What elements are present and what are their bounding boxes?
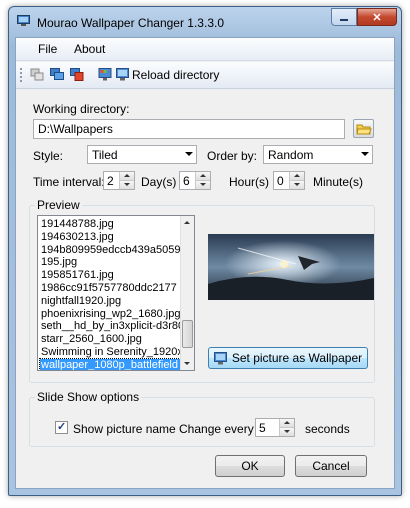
days-up-button[interactable] <box>120 172 134 181</box>
wallpaper-file-list[interactable]: 191448788.jpg 194630213.jpg 194b809959ed… <box>37 215 195 371</box>
hours-stepper[interactable]: 6 <box>179 171 211 190</box>
list-item[interactable]: 195.jpg <box>40 256 180 269</box>
order-by-select[interactable]: Random <box>263 145 373 164</box>
change-every-label: Change every <box>179 422 254 436</box>
title-bar[interactable]: Mourao Wallpaper Changer 1.3.3.0 ✕ <box>9 7 401 35</box>
hours-down-button[interactable] <box>196 181 210 189</box>
list-item[interactable]: starr_2560_1600.jpg <box>40 333 180 346</box>
working-directory-input[interactable]: D:\Wallpapers <box>33 119 345 139</box>
battlefield-preview <box>208 234 374 300</box>
list-item[interactable]: 194b809959edccb439a5059 <box>40 244 180 257</box>
monitors-icon[interactable] <box>50 68 64 81</box>
file-list-items: 191448788.jpg 194630213.jpg 194b809959ed… <box>39 218 181 370</box>
ok-label: OK <box>241 459 259 473</box>
scroll-thumb[interactable] <box>182 320 193 348</box>
list-item[interactable]: 195851761.jpg <box>40 269 180 282</box>
minutes-stepper[interactable]: 0 <box>273 171 305 190</box>
cancel-label: Cancel <box>312 459 350 473</box>
time-interval-label: Time interval: <box>33 175 105 189</box>
hours-stepper-buttons <box>195 172 210 189</box>
folder-icon <box>356 124 372 135</box>
window-title: Mourao Wallpaper Changer 1.3.3.0 <box>37 16 224 30</box>
chevron-down-icon <box>124 183 130 186</box>
show-picture-name-checkbox[interactable]: ✓ <box>55 421 68 434</box>
list-item[interactable]: seth__hd_by_in3xplicit-d3r80 <box>40 320 180 333</box>
working-directory-label: Working directory: <box>33 102 130 116</box>
seconds-label: seconds <box>305 422 350 436</box>
scroll-down-button[interactable] <box>181 357 194 370</box>
chevron-up-icon <box>200 174 206 177</box>
hours-label: Hour(s) <box>229 175 270 189</box>
days-stepper-buttons <box>119 172 134 189</box>
close-icon: ✕ <box>372 11 382 24</box>
order-by-label: Order by: <box>207 149 258 163</box>
list-item[interactable]: nightfall1920.jpg <box>40 295 180 308</box>
set-as-wallpaper-button[interactable]: Set picture as Wallpaper <box>208 347 368 369</box>
browse-button[interactable] <box>353 119 374 138</box>
change-every-stepper[interactable]: 5 <box>255 418 295 437</box>
list-item[interactable]: phoenixrising_wp2_1680.jpg <box>40 308 180 321</box>
chevron-down-icon <box>200 183 206 186</box>
style-value: Tiled <box>92 148 118 162</box>
change-every-down-button[interactable] <box>280 428 294 436</box>
slideshow-group-title: Slide Show options <box>35 390 142 404</box>
days-label: Day(s) <box>141 175 177 189</box>
toolbar: Reload directory <box>16 62 394 89</box>
order-by-value: Random <box>268 148 314 162</box>
minutes-up-button[interactable] <box>290 172 304 181</box>
file-list-scrollbar[interactable] <box>180 216 194 370</box>
minutes-stepper-buttons <box>289 172 304 189</box>
chevron-down-icon <box>185 152 193 156</box>
set-as-wallpaper-label: Set picture as Wallpaper <box>231 351 363 365</box>
wallpaper-icon <box>213 351 227 364</box>
app-icon <box>17 15 30 26</box>
chevron-up-icon <box>184 221 190 224</box>
minimize-button[interactable] <box>331 8 357 26</box>
days-stepper[interactable]: 2 <box>103 171 135 190</box>
minutes-value: 0 <box>277 174 284 188</box>
days-down-button[interactable] <box>120 181 134 189</box>
scroll-up-button[interactable] <box>181 216 194 229</box>
toolbar-grip[interactable] <box>20 68 22 82</box>
cancel-button[interactable]: Cancel <box>295 455 367 477</box>
days-value: 2 <box>107 174 114 188</box>
menu-bar: File About <box>16 38 394 61</box>
chevron-down-icon <box>294 183 300 186</box>
list-item[interactable]: Swimming in Serenity_1920x <box>40 346 180 359</box>
app-window: Mourao Wallpaper Changer 1.3.3.0 ✕ File … <box>8 6 402 496</box>
checkmark-icon: ✓ <box>57 421 67 433</box>
hours-up-button[interactable] <box>196 172 210 181</box>
chevron-down-icon <box>361 152 369 156</box>
reload-directory-button[interactable]: Reload directory <box>132 68 219 82</box>
minutes-down-button[interactable] <box>290 181 304 189</box>
menu-file[interactable]: File <box>38 42 57 56</box>
minutes-label: Minute(s) <box>313 175 364 189</box>
chevron-down-icon <box>184 362 190 365</box>
preview-group-title: Preview <box>35 198 82 212</box>
change-every-stepper-buttons <box>279 419 294 436</box>
change-every-up-button[interactable] <box>280 419 294 428</box>
reload-icon[interactable] <box>116 68 130 81</box>
minimize-icon <box>340 19 348 21</box>
chevron-up-icon <box>294 174 300 177</box>
display-icon[interactable] <box>98 68 112 81</box>
menu-about[interactable]: About <box>74 42 105 56</box>
ok-button[interactable]: OK <box>215 455 285 477</box>
show-picture-name-label: Show picture name <box>73 422 176 436</box>
style-select[interactable]: Tiled <box>87 145 197 164</box>
hours-value: 6 <box>183 174 190 188</box>
list-item[interactable]: 191448788.jpg <box>40 218 180 231</box>
chevron-up-icon <box>124 174 130 177</box>
style-label: Style: <box>33 149 64 163</box>
wallpaper-preview-image <box>208 234 374 332</box>
list-item[interactable]: 194630213.jpg <box>40 231 180 244</box>
chevron-down-icon <box>284 430 290 433</box>
stop-icon[interactable] <box>70 68 84 81</box>
chevron-up-icon <box>284 421 290 424</box>
list-item[interactable]: 1986cc91f5757780ddc2177 <box>40 282 180 295</box>
close-button[interactable]: ✕ <box>357 8 397 26</box>
change-every-value: 5 <box>259 421 266 435</box>
copy-icon[interactable] <box>30 68 44 81</box>
list-item-selected[interactable]: wallpaper_1080p_battlefield <box>39 357 181 370</box>
